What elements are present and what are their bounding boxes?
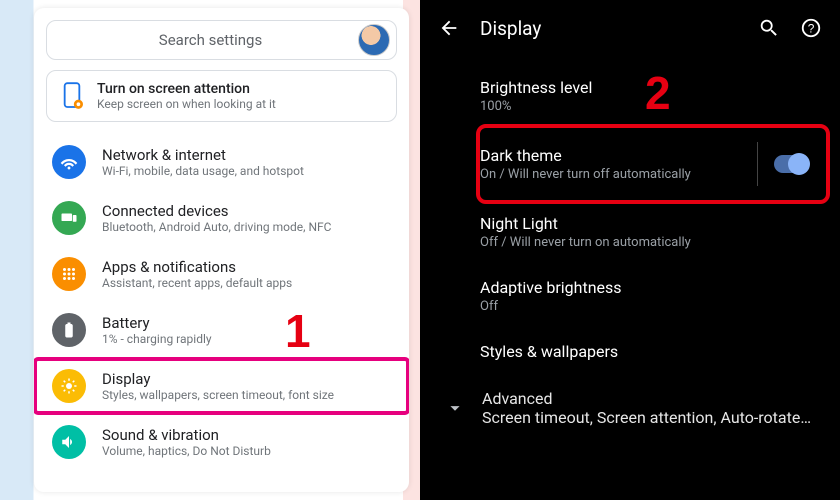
step-1-annotation: 1 [285, 308, 311, 354]
avatar[interactable] [358, 24, 390, 56]
chevron-down-icon [444, 397, 466, 419]
search-button[interactable] [758, 17, 780, 39]
settings-item-battery[interactable]: Battery1% - charging rapidly [34, 302, 409, 358]
search-settings[interactable]: Search settings [46, 20, 397, 60]
display-header: Display ? [420, 0, 840, 56]
settings-item-apps[interactable]: Apps & notificationsAssistant, recent ap… [34, 246, 409, 302]
display-item-styles[interactable]: Styles & wallpapers [480, 328, 840, 375]
battery-icon [52, 313, 86, 347]
display-item-advanced[interactable]: Advanced Screen timeout, Screen attentio… [444, 375, 840, 431]
back-button[interactable] [438, 17, 460, 39]
devices-icon [52, 201, 86, 235]
settings-list: Network & internetWi-Fi, mobile, data us… [34, 132, 409, 472]
darktheme-toggle[interactable] [774, 155, 808, 173]
page-title: Display [480, 17, 738, 40]
display-item-nightlight[interactable]: Night Light Off / Will never turn on aut… [480, 200, 840, 264]
sound-icon [52, 425, 86, 459]
search-placeholder: Search settings [63, 31, 358, 49]
settings-panel: Search settings Turn on screen attention… [34, 8, 409, 492]
display-item-darktheme[interactable]: Dark theme On / Will never turn off auto… [480, 128, 826, 200]
svg-text:?: ? [808, 22, 815, 36]
display-panel: Display ? Brightness level 100% Dark the… [420, 0, 840, 500]
screen-attention-icon [61, 82, 83, 110]
help-button[interactable]: ? [800, 17, 822, 39]
settings-item-sound[interactable]: Sound & vibrationVolume, haptics, Do Not… [34, 414, 409, 470]
display-icon [52, 369, 86, 403]
settings-item-display[interactable]: DisplayStyles, wallpapers, screen timeou… [34, 358, 409, 414]
settings-item-connected[interactable]: Connected devicesBluetooth, Android Auto… [34, 190, 409, 246]
display-item-adaptive[interactable]: Adaptive brightness Off [480, 264, 840, 328]
step-2-annotation: 2 [645, 70, 671, 116]
apps-icon [52, 257, 86, 291]
wifi-icon [52, 145, 86, 179]
screen-attention-text: Turn on screen attention Keep screen on … [97, 81, 276, 111]
screen-attention-card[interactable]: Turn on screen attention Keep screen on … [46, 70, 397, 122]
settings-item-network[interactable]: Network & internetWi-Fi, mobile, data us… [34, 134, 409, 190]
